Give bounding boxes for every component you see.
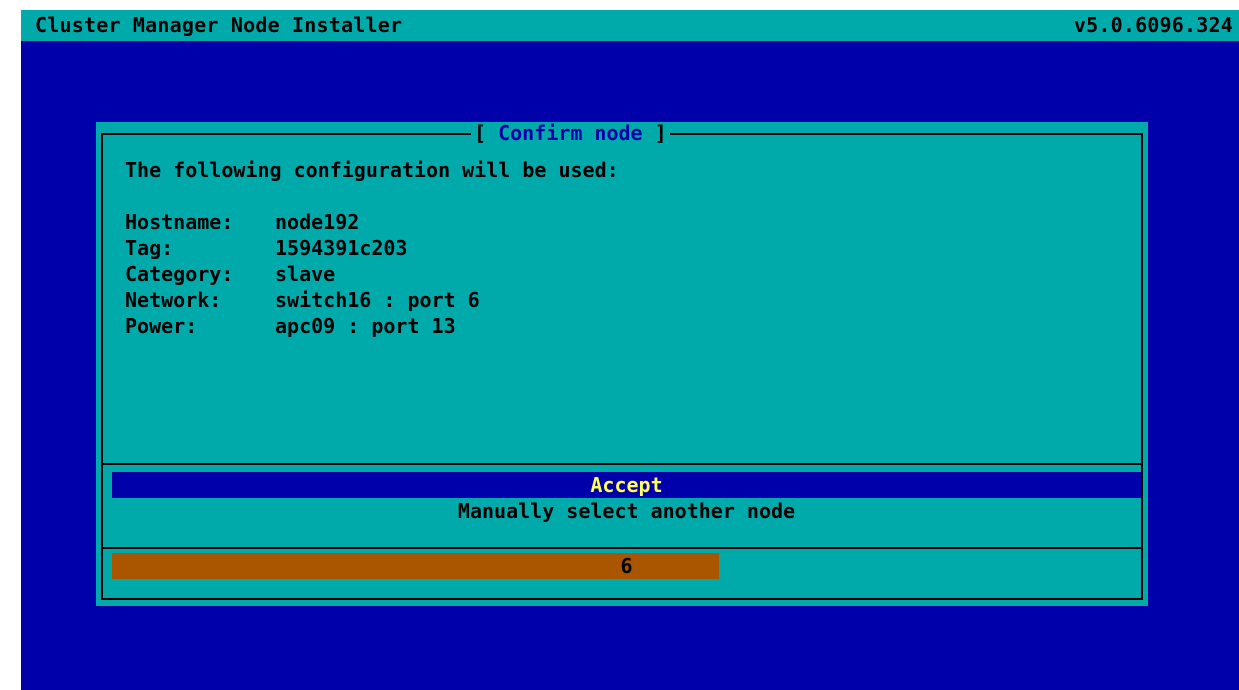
field-label: Network:: [125, 288, 222, 312]
dialog-title: [ Confirm node ]: [471, 122, 670, 144]
title-bar: Cluster Manager Node Installer v5.0.6096…: [21, 10, 1239, 41]
field-hostname: Hostname: node192: [125, 209, 359, 235]
intro-text: The following configuration will be used…: [125, 158, 619, 182]
installer-screen: Cluster Manager Node Installer v5.0.6096…: [21, 10, 1239, 690]
field-value: switch16 : port 6: [275, 288, 480, 312]
title-bracket-left: [: [474, 121, 499, 145]
field-label: Tag:: [125, 236, 174, 260]
field-network: Network: switch16 : port 6: [125, 287, 480, 313]
field-value: slave: [275, 262, 336, 286]
separator-options: [101, 463, 1141, 465]
field-label: Hostname:: [125, 210, 234, 234]
title-bracket-right: ]: [642, 121, 667, 145]
dialog-title-text: Confirm node: [498, 121, 643, 145]
field-category: Category: slave: [125, 261, 335, 287]
app-title: Cluster Manager Node Installer: [35, 13, 403, 37]
manual-select-option[interactable]: Manually select another node: [112, 498, 1141, 524]
confirm-node-dialog: [ Confirm node ] The following configura…: [96, 122, 1148, 606]
accept-option[interactable]: Accept: [112, 472, 1141, 498]
field-tag: Tag: 1594391c203: [125, 235, 407, 261]
field-label: Category:: [125, 262, 234, 286]
field-value: 1594391c203: [275, 236, 408, 260]
frame-right: [1141, 133, 1143, 600]
frame-left: [101, 133, 103, 600]
app-version: v5.0.6096.324: [1073, 13, 1233, 37]
countdown-progress: 6: [112, 553, 1141, 579]
field-power: Power: apc09 : port 13: [125, 313, 456, 339]
separator-progress: [101, 547, 1141, 549]
field-value: node192: [275, 210, 360, 234]
field-value: apc09 : port 13: [275, 314, 456, 338]
countdown-value: 6: [620, 554, 633, 578]
frame-bottom: [101, 598, 1141, 600]
field-label: Power:: [125, 314, 198, 338]
